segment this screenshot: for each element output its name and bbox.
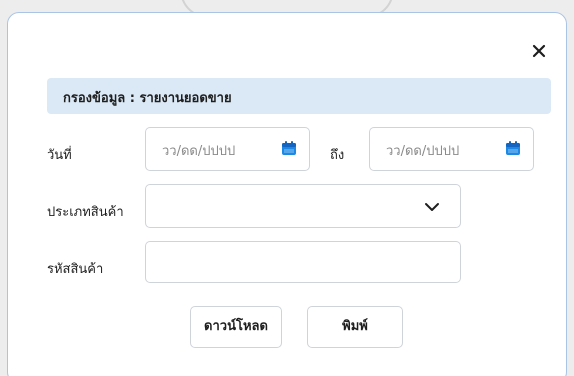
- product-code-label: รหัสสินค้า: [47, 262, 104, 277]
- close-icon: [532, 44, 546, 58]
- filter-dialog: กรองข้อมูล : รายงานยอดขาย วันที่ วว/ดด/ป…: [7, 12, 567, 376]
- product-type-label: ประเภทสินค้า: [47, 205, 124, 220]
- close-button[interactable]: [531, 43, 547, 59]
- date-to-placeholder: วว/ดด/ปปปป: [386, 144, 460, 159]
- date-from-placeholder: วว/ดด/ปปปป: [162, 144, 236, 159]
- date-from-input[interactable]: วว/ดด/ปปปป: [145, 127, 310, 171]
- download-button[interactable]: ดาวน์โหลด: [190, 306, 282, 348]
- calendar-icon[interactable]: [505, 140, 521, 156]
- product-type-select[interactable]: [145, 184, 461, 228]
- date-to-input[interactable]: วว/ดด/ปปปป: [369, 127, 534, 171]
- dialog-title: กรองข้อมูล : รายงานยอดขาย: [63, 91, 232, 106]
- date-label: วันที่: [47, 148, 72, 163]
- date-to-label: ถึง: [330, 148, 345, 163]
- dialog-header-bar: กรองข้อมูล : รายงานยอดขาย: [47, 78, 551, 114]
- print-button[interactable]: พิมพ์: [307, 306, 403, 348]
- calendar-icon[interactable]: [281, 140, 297, 156]
- product-code-input[interactable]: [145, 241, 461, 283]
- chevron-down-icon: [425, 203, 439, 211]
